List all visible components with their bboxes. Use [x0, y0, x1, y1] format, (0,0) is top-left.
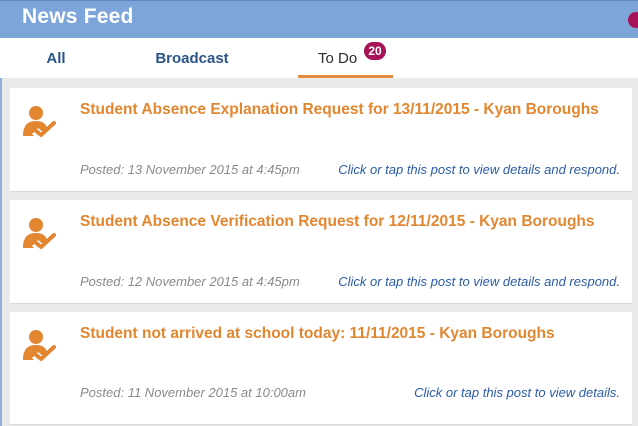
todo-count-badge: 20 [364, 42, 386, 60]
feed-item-action-link[interactable]: Click or tap this post to view details. [414, 385, 620, 400]
feed-item[interactable]: Student Absence Explanation Request for … [10, 88, 632, 192]
feed-item[interactable]: Student Absence Verification Request for… [10, 200, 632, 304]
feed-list: Student Absence Explanation Request for … [0, 78, 638, 426]
student-check-icon [23, 218, 56, 249]
tab-broadcast[interactable]: Broadcast [136, 38, 248, 78]
tab-all[interactable]: All [30, 38, 82, 78]
feed-item-posted: Posted: 11 November 2015 at 10:00am [80, 385, 306, 400]
student-check-icon [23, 106, 56, 137]
feed-item-action-link[interactable]: Click or tap this post to view details a… [338, 274, 620, 289]
tab-all-label: All [46, 50, 66, 67]
feed-item-title: Student not arrived at school today: 11/… [80, 325, 555, 342]
header-notification-badge[interactable] [628, 12, 638, 28]
feed-item-posted: Posted: 13 November 2015 at 4:45pm [80, 162, 300, 177]
feed-tabs: All Broadcast To Do 20 [0, 38, 638, 78]
news-feed-header: News Feed [0, 0, 638, 38]
news-feed-window: News Feed All Broadcast To Do 20 Student… [0, 0, 638, 426]
tab-todo[interactable]: To Do 20 [298, 38, 393, 78]
feed-item[interactable]: Student not arrived at school today: 11/… [10, 312, 632, 425]
feed-item-title: Student Absence Verification Request for… [80, 213, 595, 230]
feed-item-action-link[interactable]: Click or tap this post to view details a… [338, 162, 620, 177]
page-title: News Feed [22, 5, 134, 28]
feed-item-title: Student Absence Explanation Request for … [80, 101, 599, 118]
feed-item-posted: Posted: 12 November 2015 at 4:45pm [80, 274, 300, 289]
student-check-icon [23, 330, 56, 361]
tab-broadcast-label: Broadcast [155, 50, 229, 67]
tab-todo-label: To Do [318, 50, 358, 67]
